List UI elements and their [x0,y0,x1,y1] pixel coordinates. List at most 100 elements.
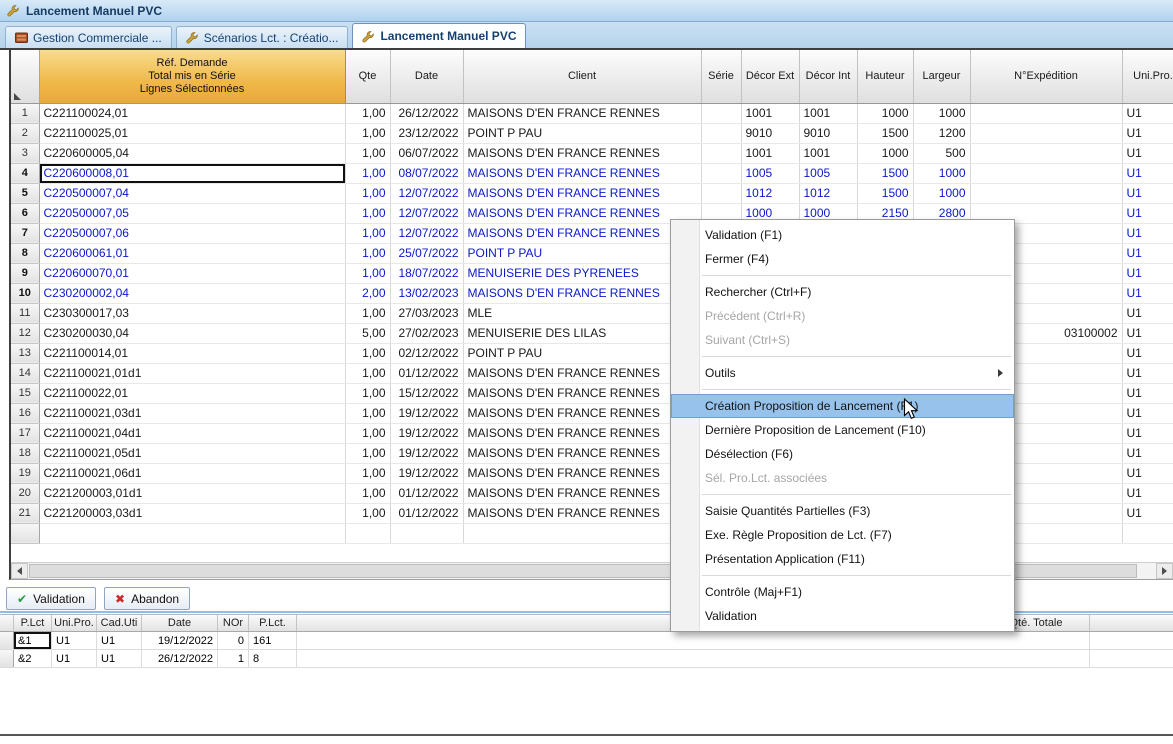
cell-client[interactable]: MAISONS D'EN FRANCE RENNES [463,183,701,203]
cell-n-expedition[interactable] [970,163,1122,183]
cell-uni-pro[interactable]: U1 [1122,223,1173,243]
cell-qte-totale[interactable] [983,632,1090,649]
cell-uni-pro[interactable]: U1 [1122,163,1173,183]
abandon-button[interactable]: ✖ Abandon [104,587,190,610]
menu-item-derniere-proposition-de-lancement[interactable]: Dernière Proposition de Lancement (F10) [671,418,1014,442]
menu-item-fermer[interactable]: Fermer (F4) [671,247,1014,271]
cell-date[interactable]: 19/12/2022 [390,443,463,463]
cell-uni-pro[interactable]: U1 [1122,363,1173,383]
cell-date[interactable]: 27/03/2023 [390,303,463,323]
cell-nor[interactable]: 0 [218,632,249,649]
cell-uni-pro[interactable]: U1 [1122,283,1173,303]
scroll-right-button[interactable] [1156,563,1173,579]
row-number-cell[interactable]: 2 [11,123,39,143]
cell-ref-demande[interactable]: C220600070,01 [39,263,345,283]
cell-n-expedition[interactable] [970,183,1122,203]
cell-client[interactable]: MAISONS D'EN FRANCE RENNES [463,223,701,243]
cell-client[interactable]: MLE [463,303,701,323]
cell-date[interactable]: 01/12/2022 [390,483,463,503]
cell-ref-demande[interactable]: C230200002,04 [39,283,345,303]
cell-uni-pro[interactable]: U1 [1122,423,1173,443]
cell-qte[interactable]: 1,00 [345,143,390,163]
cell-ref-demande[interactable]: C221200003,01d1 [39,483,345,503]
cell-qte[interactable]: 1,00 [345,263,390,283]
cell-decor-ext[interactable]: 1005 [741,163,799,183]
cell-date[interactable]: 19/12/2022 [142,632,218,649]
cell-decor-ext[interactable]: 9010 [741,123,799,143]
cell-ref-demande[interactable]: C221200003,03d1 [39,503,345,523]
cell-client[interactable]: MENUISERIE DES LILAS [463,323,701,343]
cell-ref-demande[interactable]: C220600008,01 [39,163,345,183]
row-number-cell[interactable]: 1 [11,103,39,123]
cell-hauteur[interactable]: 1500 [857,183,913,203]
cell-qte[interactable]: 1,00 [345,303,390,323]
cell-qte[interactable]: 1,00 [345,443,390,463]
menu-item-validation[interactable]: Validation (F1) [671,223,1014,247]
cell-ref-demande[interactable]: C221100021,04d1 [39,423,345,443]
cell-p-lct-2[interactable]: 8 [249,650,297,667]
grid-row-3[interactable]: 3C220600005,041,0006/07/2022MAISONS D'EN… [11,143,1173,163]
cell-largeur[interactable]: 1000 [913,163,970,183]
grid-row-5[interactable]: 5C220500007,041,0012/07/2022MAISONS D'EN… [11,183,1173,203]
scroll-left-button[interactable] [11,563,28,579]
row-number-cell[interactable]: 10 [11,283,39,303]
cell-decor-int[interactable]: 1012 [799,183,857,203]
menu-item-creation-proposition-de-lancement[interactable]: Création Proposition de Lancement (F1) [671,394,1014,418]
cell-qte[interactable]: 5,00 [345,323,390,343]
cell-client[interactable]: MAISONS D'EN FRANCE RENNES [463,423,701,443]
cell-decor-ext[interactable]: 1012 [741,183,799,203]
cell-client[interactable]: MAISONS D'EN FRANCE RENNES [463,363,701,383]
cell-client[interactable]: MAISONS D'EN FRANCE RENNES [463,463,701,483]
menu-item-controle[interactable]: Contrôle (Maj+F1) [671,580,1014,604]
cell-uni-pro[interactable]: U1 [1122,483,1173,503]
cell-date[interactable]: 18/07/2022 [390,263,463,283]
cell-qte[interactable]: 1,00 [345,503,390,523]
menu-item-rechercher[interactable]: Rechercher (Ctrl+F) [671,280,1014,304]
cell-ref-demande[interactable]: C221100022,01 [39,383,345,403]
column-header-client[interactable]: Client [463,50,701,103]
cell-p-lct-2[interactable]: 161 [249,632,297,649]
cell-qte[interactable]: 1,00 [345,163,390,183]
row-number-cell[interactable]: 16 [11,403,39,423]
cell-qte[interactable]: 1,00 [345,463,390,483]
grid-row-4[interactable]: 4C220600008,011,0008/07/2022MAISONS D'EN… [11,163,1173,183]
cell-date[interactable]: 19/12/2022 [390,403,463,423]
row-number-cell[interactable]: 18 [11,443,39,463]
tab-gestion-commerciale[interactable]: Gestion Commerciale ... [5,26,172,48]
cell-p-lct[interactable]: &1 [14,632,52,649]
row-number-cell[interactable]: 14 [11,363,39,383]
cell-qte[interactable]: 1,00 [345,203,390,223]
row-number-cell[interactable]: 11 [11,303,39,323]
cell-client[interactable]: MAISONS D'EN FRANCE RENNES [463,143,701,163]
row-number-cell[interactable]: 20 [11,483,39,503]
cell-cad-uti[interactable]: U1 [97,650,142,667]
tab-scenarios-lct[interactable]: Scénarios Lct. : Créatio... [176,26,349,48]
cell-qte[interactable]: 1,00 [345,243,390,263]
cell-nor[interactable]: 1 [218,650,249,667]
row-number-cell[interactable]: 15 [11,383,39,403]
cell-qte[interactable]: 1,00 [345,123,390,143]
cell-ref-demande[interactable]: C221100024,01 [39,103,345,123]
cell-uni-pro[interactable]: U1 [1122,503,1173,523]
cell-n-expedition[interactable] [970,103,1122,123]
cell-date[interactable]: 25/07/2022 [390,243,463,263]
column-header-d-cor-int[interactable]: Décor Int [799,50,857,103]
cell-uni-pro[interactable]: U1 [1122,103,1173,123]
cell-serie[interactable] [701,123,741,143]
cell-date[interactable]: 12/07/2022 [390,183,463,203]
cell-hauteur[interactable]: 1000 [857,143,913,163]
cell-decor-int[interactable]: 9010 [799,123,857,143]
column-header-hauteur[interactable]: Hauteur [857,50,913,103]
cell-ref-demande[interactable]: C230200030,04 [39,323,345,343]
cell-qte[interactable]: 2,00 [345,283,390,303]
column-header-qte[interactable]: Qte [345,50,390,103]
row-number-cell[interactable]: 12 [11,323,39,343]
cell-uni-pro[interactable]: U1 [1122,303,1173,323]
cell-serie[interactable] [701,183,741,203]
column-header-ref-demande[interactable]: Réf. DemandeTotal mis en SérieLignes Sél… [39,50,345,103]
cell-ref-demande[interactable]: C221100021,01d1 [39,363,345,383]
cell-ref-demande[interactable]: C221100021,06d1 [39,463,345,483]
cell-ref-demande[interactable]: C220600005,04 [39,143,345,163]
cell-ref-demande[interactable]: C230300017,03 [39,303,345,323]
menu-item-validation-2[interactable]: Validation [671,604,1014,628]
